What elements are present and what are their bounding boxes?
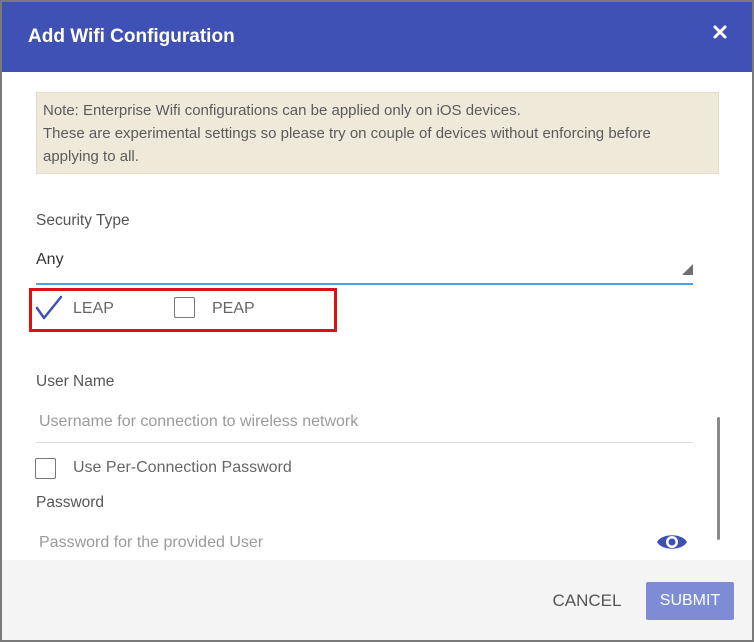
user-name-input[interactable]	[39, 410, 679, 434]
content-scrollbar[interactable]	[717, 417, 720, 540]
peap-checkbox[interactable]: PEAP	[173, 294, 283, 324]
checkmark-icon	[35, 295, 63, 320]
per-connection-password-checkbox[interactable]: Use Per-Connection Password	[35, 455, 335, 483]
user-name-label: User Name	[36, 373, 115, 390]
note-line-3: applying to all.	[43, 148, 139, 165]
dialog-content: Note: Enterprise Wifi configurations can…	[2, 72, 752, 560]
checkbox-box	[174, 297, 195, 318]
user-name-underline	[36, 442, 693, 443]
password-label: Password	[36, 494, 105, 511]
ios-note: Note: Enterprise Wifi configurations can…	[36, 92, 719, 174]
per-connection-password-label: Use Per-Connection Password	[73, 459, 292, 476]
dialog-title: Add Wifi Configuration	[28, 26, 235, 47]
note-line-2: These are experimental settings so pleas…	[43, 125, 651, 142]
note-line-1: Note: Enterprise Wifi configurations can…	[43, 102, 521, 119]
leap-label: LEAP	[73, 300, 114, 317]
dropdown-arrow-icon	[682, 264, 693, 275]
submit-button[interactable]: SUBMIT	[646, 582, 734, 620]
leap-checkbox[interactable]: LEAP	[34, 294, 134, 324]
security-type-value: Any	[36, 251, 64, 268]
close-icon[interactable]	[710, 22, 730, 42]
checkbox-box	[35, 458, 56, 479]
show-password-eye-icon[interactable]	[656, 531, 688, 553]
cancel-button[interactable]: CANCEL	[542, 582, 632, 620]
password-input[interactable]	[39, 531, 639, 555]
security-type-label: Security Type	[36, 212, 130, 229]
dialog-header: Add Wifi Configuration	[2, 2, 752, 72]
peap-label: PEAP	[212, 300, 255, 317]
add-wifi-dialog: Add Wifi Configuration Note: Enterprise …	[2, 2, 752, 640]
security-type-select[interactable]: Any	[36, 242, 693, 285]
dialog-footer: CANCEL SUBMIT	[2, 560, 752, 640]
